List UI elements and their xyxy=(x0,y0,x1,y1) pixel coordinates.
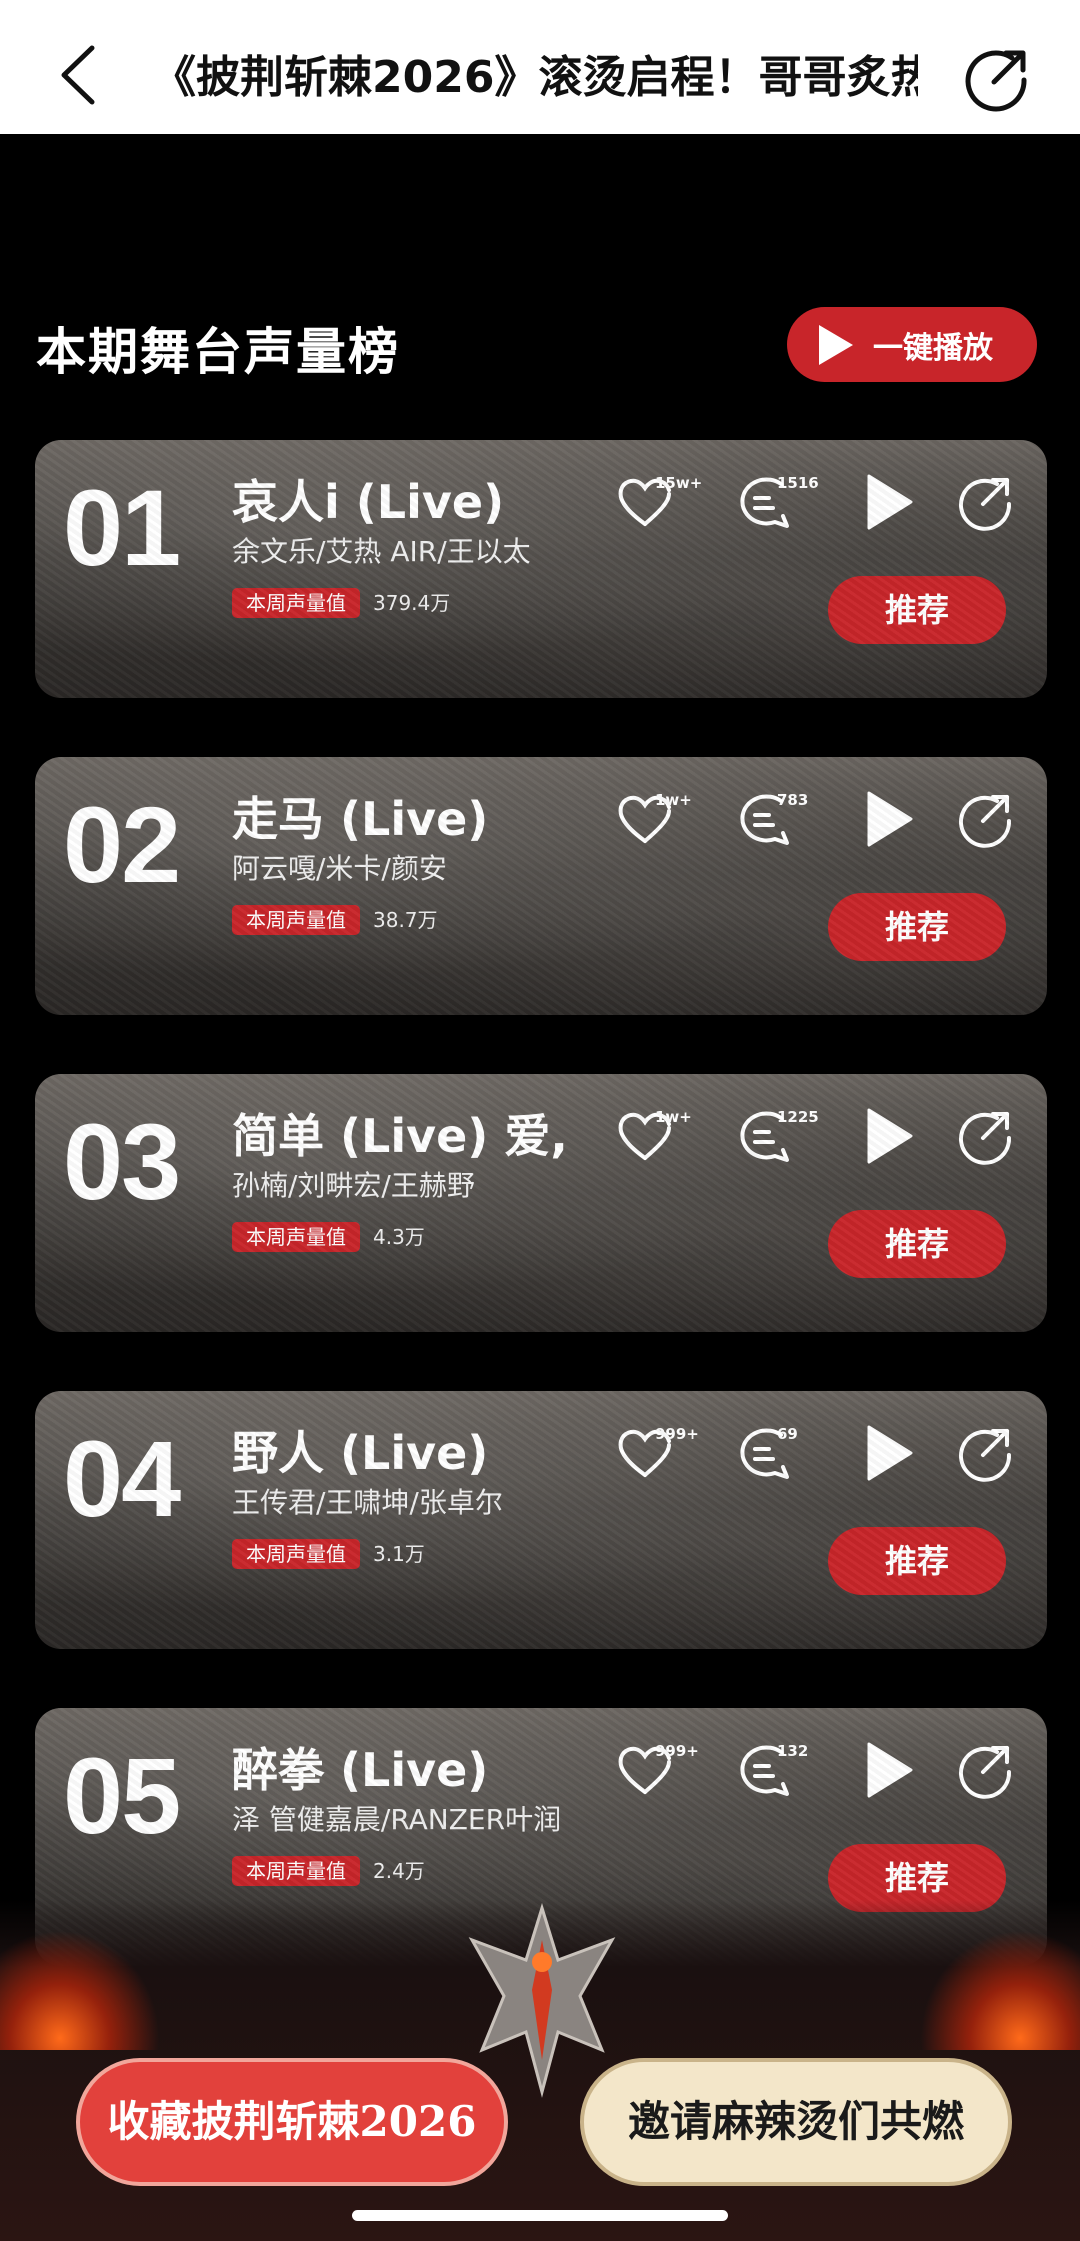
home-indicator[interactable] xyxy=(352,2210,728,2221)
volume-value: 4.3万 xyxy=(373,1225,425,1249)
like-count: 1w+ xyxy=(655,791,692,809)
chevron-left-icon[interactable] xyxy=(50,40,110,110)
rank-number: 04 xyxy=(63,1418,181,1539)
song-artists: 阿云嘎/米卡/颜安 xyxy=(232,852,447,885)
share-icon[interactable] xyxy=(953,1738,1017,1802)
song-artists: 孙楠/刘畊宏/王赫野 xyxy=(232,1169,475,1202)
song-title: 醉拳 (Live) xyxy=(232,1743,489,1797)
volume-badge: 本周声量值 xyxy=(232,588,360,618)
comment-count: 69 xyxy=(777,1425,798,1443)
comment-count: 1516 xyxy=(777,474,819,492)
volume-badge: 本周声量值 xyxy=(232,905,360,935)
like-count: 1w+ xyxy=(655,1108,692,1126)
play-icon[interactable] xyxy=(855,470,919,534)
recommend-button[interactable]: 推荐 xyxy=(828,1527,1006,1595)
collect-show-button[interactable]: 收藏披荆斩棘2026 xyxy=(76,2058,508,2186)
play-icon[interactable] xyxy=(855,1104,919,1168)
section-title: 本期舞台声量榜 xyxy=(36,323,400,381)
song-title: 野人 (Live) xyxy=(232,1426,489,1480)
volume-badge: 本周声量值 xyxy=(232,1222,360,1252)
song-card[interactable]: 03 简单 (Live) 爱, 孙楠/刘畊宏/王赫野 本周声量值 4.3万 1w… xyxy=(35,1074,1047,1332)
song-title: 简单 (Live) 爱, xyxy=(232,1109,568,1163)
volume-value: 2.4万 xyxy=(373,1859,425,1883)
volume-value: 3.1万 xyxy=(373,1542,425,1566)
volume-badge: 本周声量值 xyxy=(232,1856,360,1886)
share-icon[interactable] xyxy=(953,1104,1017,1168)
flame-decoration xyxy=(920,1930,1080,2050)
like-count: 999+ xyxy=(655,1742,699,1760)
song-card[interactable]: 01 哀人i (Live) 余文乐/艾热 AIR/王以太 本周声量值 379.4… xyxy=(35,440,1047,698)
show-emblem-logo xyxy=(462,1900,622,2100)
volume-value: 38.7万 xyxy=(373,908,438,932)
recommend-button[interactable]: 推荐 xyxy=(828,893,1006,961)
song-card[interactable]: 04 野人 (Live) 王传君/王啸坤/张卓尔 本周声量值 3.1万 999+… xyxy=(35,1391,1047,1649)
share-icon[interactable] xyxy=(962,44,1032,114)
rank-number: 05 xyxy=(63,1735,181,1856)
recommend-button[interactable]: 推荐 xyxy=(828,576,1006,644)
song-artists: 余文乐/艾热 AIR/王以太 xyxy=(232,535,531,568)
comment-count: 783 xyxy=(777,791,809,809)
song-artists: 王传君/王啸坤/张卓尔 xyxy=(232,1486,503,1519)
rank-number: 02 xyxy=(63,784,181,905)
share-icon[interactable] xyxy=(953,1421,1017,1485)
recommend-button[interactable]: 推荐 xyxy=(828,1210,1006,1278)
flame-decoration xyxy=(0,1930,160,2050)
rank-number: 03 xyxy=(63,1101,181,1222)
song-title: 哀人i (Live) xyxy=(232,475,505,529)
play-icon xyxy=(819,324,853,365)
play-icon[interactable] xyxy=(855,787,919,851)
play-all-label: 一键播放 xyxy=(873,330,993,366)
song-title: 走马 (Live) xyxy=(232,792,489,846)
invite-friends-button[interactable]: 邀请麻辣烫们共燃 xyxy=(580,2058,1012,2186)
play-icon[interactable] xyxy=(855,1421,919,1485)
play-icon[interactable] xyxy=(855,1738,919,1802)
volume-value: 379.4万 xyxy=(373,591,451,615)
share-icon[interactable] xyxy=(953,787,1017,851)
like-count: 15w+ xyxy=(655,474,703,492)
comment-count: 1225 xyxy=(777,1108,819,1126)
rank-number: 01 xyxy=(63,467,181,588)
like-count: 999+ xyxy=(655,1425,699,1443)
top-nav-bar: 《披荆斩棘2026》滚烫启程！哥哥炙热 xyxy=(0,0,1080,134)
page-title: 《披荆斩棘2026》滚烫启程！哥哥炙热 xyxy=(152,52,918,103)
play-all-button[interactable]: 一键播放 xyxy=(787,307,1037,382)
song-card[interactable]: 02 走马 (Live) 阿云嘎/米卡/颜安 本周声量值 38.7万 1w+ 7… xyxy=(35,757,1047,1015)
volume-badge: 本周声量值 xyxy=(232,1539,360,1569)
share-icon[interactable] xyxy=(953,470,1017,534)
song-artists: 泽 管健嘉晨/RANZER叶润 xyxy=(232,1803,562,1836)
comment-count: 132 xyxy=(777,1742,809,1760)
